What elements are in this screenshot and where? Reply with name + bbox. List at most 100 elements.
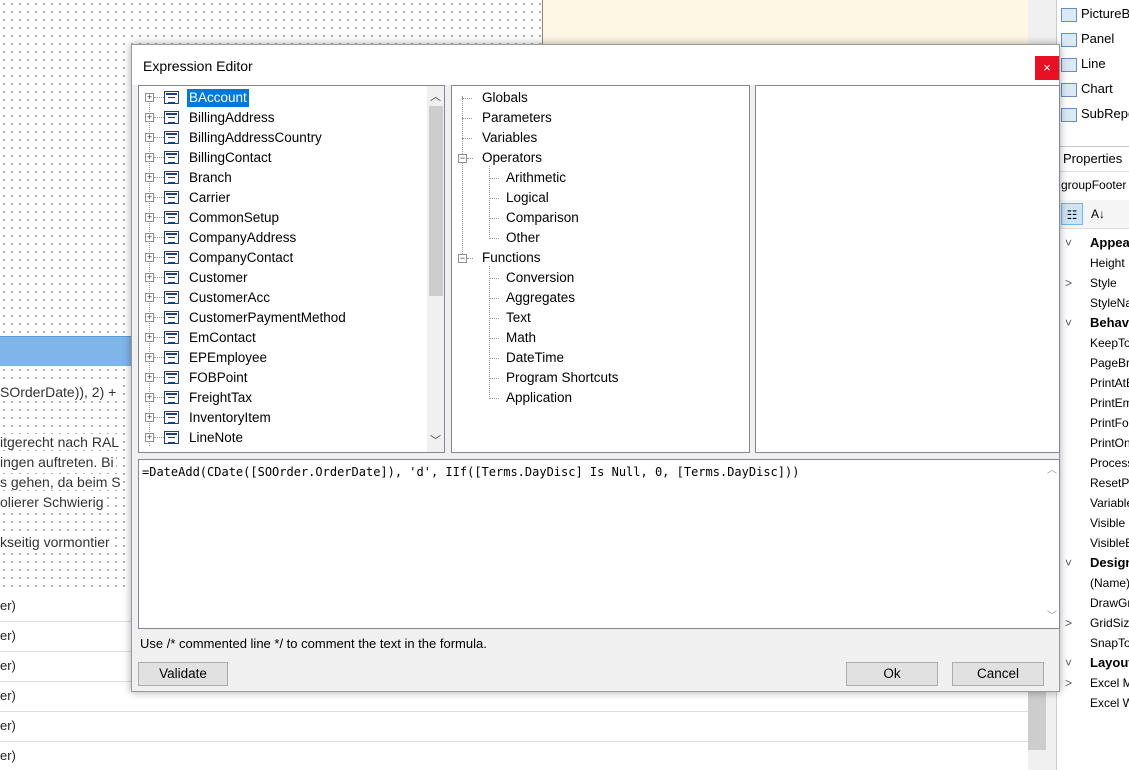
properties-object-name[interactable]: groupFooter bbox=[1061, 178, 1126, 192]
field-item[interactable]: + FOBPoint bbox=[139, 368, 429, 388]
tree-node[interactable]: Other bbox=[506, 228, 540, 248]
property-row[interactable]: (Name) bbox=[1057, 573, 1129, 593]
expand-plus-icon[interactable]: + bbox=[145, 433, 154, 442]
property-row[interactable]: PrintEmpty bbox=[1057, 393, 1129, 413]
tree-node[interactable]: Math bbox=[506, 328, 536, 348]
tree-node[interactable]: DateTime bbox=[506, 348, 564, 368]
expand-plus-icon[interactable]: + bbox=[145, 253, 154, 262]
tree-node[interactable]: Globals bbox=[482, 88, 528, 108]
background-row[interactable]: er) bbox=[0, 742, 1028, 770]
sort-alphabetical-icon[interactable]: A↓ bbox=[1087, 203, 1109, 225]
scroll-down-icon[interactable]: ﹀ bbox=[1045, 610, 1059, 624]
categorized-icon[interactable]: ☷ bbox=[1061, 203, 1083, 225]
expand-plus-icon[interactable]: + bbox=[145, 213, 154, 222]
tree-node[interactable]: Functions bbox=[482, 248, 541, 268]
expand-plus-icon[interactable]: + bbox=[145, 333, 154, 342]
expand-plus-icon[interactable]: + bbox=[145, 293, 154, 302]
toolbox-item[interactable]: Line bbox=[1061, 52, 1106, 76]
property-category[interactable]: ˅ Layout bbox=[1057, 653, 1129, 673]
toolbox-item[interactable]: Chart bbox=[1061, 77, 1113, 101]
function-category-tree[interactable]: Globals Parameters Variables − Operators Arit… bbox=[451, 85, 750, 453]
property-category[interactable]: ˅ Design bbox=[1057, 553, 1129, 573]
field-item[interactable]: + CompanyContact bbox=[139, 248, 429, 268]
field-item[interactable]: + BillingAddressCountry bbox=[139, 128, 429, 148]
expand-plus-icon[interactable]: + bbox=[145, 173, 154, 182]
field-item[interactable]: + CustomerPaymentMethod bbox=[139, 308, 429, 328]
property-row[interactable]: PageBreak bbox=[1057, 353, 1129, 373]
property-row[interactable]: > Style bbox=[1057, 273, 1129, 293]
field-item[interactable]: + CustomerAcc bbox=[139, 288, 429, 308]
tree-node[interactable]: Comparison bbox=[506, 208, 579, 228]
collapse-minus-icon[interactable]: − bbox=[458, 154, 467, 163]
scroll-up-icon[interactable]: ︿ bbox=[1045, 464, 1059, 478]
property-row[interactable]: StyleName bbox=[1057, 293, 1129, 313]
property-row[interactable]: Visible bbox=[1057, 513, 1129, 533]
expand-plus-icon[interactable]: + bbox=[145, 313, 154, 322]
tree-node[interactable]: Arithmetic bbox=[506, 168, 566, 188]
tree-node[interactable]: Program Shortcuts bbox=[506, 368, 619, 388]
field-item[interactable]: + CommonSetup bbox=[139, 208, 429, 228]
property-row[interactable]: > Excel Mode bbox=[1057, 673, 1129, 693]
tree-node[interactable]: Aggregates bbox=[506, 288, 575, 308]
expand-plus-icon[interactable]: + bbox=[145, 153, 154, 162]
property-row[interactable]: VisibleExpr bbox=[1057, 533, 1129, 553]
property-row[interactable]: PrintAtBottom bbox=[1057, 373, 1129, 393]
close-button[interactable]: × bbox=[1035, 56, 1059, 80]
property-row[interactable]: ProcessOrder bbox=[1057, 453, 1129, 473]
property-category[interactable]: ˅ Behavior bbox=[1057, 313, 1129, 333]
ok-button[interactable]: Ok bbox=[846, 662, 938, 686]
tree-node[interactable]: Logical bbox=[506, 188, 549, 208]
selected-band[interactable] bbox=[0, 336, 140, 368]
fields-tree[interactable]: + BAccount + BillingAddress + BillingAddressC… bbox=[138, 85, 445, 453]
property-row[interactable]: > GridSize bbox=[1057, 613, 1129, 633]
collapse-chevron-icon[interactable]: ˅ bbox=[1065, 653, 1072, 673]
property-row[interactable]: Variables bbox=[1057, 493, 1129, 513]
toolbox-item[interactable]: SubReport bbox=[1061, 102, 1129, 126]
expand-plus-icon[interactable]: + bbox=[145, 393, 154, 402]
expand-plus-icon[interactable]: + bbox=[145, 413, 154, 422]
property-row[interactable]: SnapToGrid bbox=[1057, 633, 1129, 653]
property-row[interactable]: PrintForEach bbox=[1057, 413, 1129, 433]
property-row[interactable]: Height bbox=[1057, 253, 1129, 273]
validate-button[interactable]: Validate bbox=[138, 662, 228, 686]
expand-chevron-icon[interactable]: > bbox=[1065, 673, 1072, 693]
tree-node[interactable]: Application bbox=[506, 388, 572, 408]
expression-text[interactable]: =DateAdd(CDate([SOOrder.OrderDate]), 'd'… bbox=[142, 465, 799, 479]
property-row[interactable]: ResetPage bbox=[1057, 473, 1129, 493]
background-row[interactable]: er) bbox=[0, 712, 1028, 742]
tree-node[interactable]: Conversion bbox=[506, 268, 574, 288]
collapse-minus-icon[interactable]: − bbox=[458, 254, 467, 263]
tree-node[interactable]: Parameters bbox=[482, 108, 552, 128]
field-item[interactable]: + Customer bbox=[139, 268, 429, 288]
field-item[interactable]: + FreightTax bbox=[139, 388, 429, 408]
expand-plus-icon[interactable]: + bbox=[145, 373, 154, 382]
field-item[interactable]: + CompanyAddress bbox=[139, 228, 429, 248]
field-item[interactable]: + LineNote bbox=[139, 428, 429, 448]
field-item[interactable]: + Carrier bbox=[139, 188, 429, 208]
field-item[interactable]: + InventoryItem bbox=[139, 408, 429, 428]
property-row[interactable]: Excel Width bbox=[1057, 693, 1129, 713]
expand-plus-icon[interactable]: + bbox=[145, 233, 154, 242]
expand-plus-icon[interactable]: + bbox=[145, 133, 154, 142]
property-row[interactable]: PrintOn bbox=[1057, 433, 1129, 453]
expand-chevron-icon[interactable]: > bbox=[1065, 273, 1072, 293]
property-row[interactable]: KeepTogether bbox=[1057, 333, 1129, 353]
cancel-button[interactable]: Cancel bbox=[952, 662, 1044, 686]
tree-node[interactable]: Variables bbox=[482, 128, 537, 148]
expression-textarea[interactable]: =DateAdd(CDate([SOOrder.OrderDate]), 'd'… bbox=[138, 459, 1060, 629]
field-item[interactable]: + Branch bbox=[139, 168, 429, 188]
field-item[interactable]: + BAccount bbox=[139, 88, 429, 108]
scroll-down-icon[interactable]: ﹀ bbox=[427, 432, 444, 450]
expand-plus-icon[interactable]: + bbox=[145, 353, 154, 362]
field-item[interactable]: + BillingContact bbox=[139, 148, 429, 168]
field-item[interactable]: + EmContact bbox=[139, 328, 429, 348]
expand-plus-icon[interactable]: + bbox=[145, 273, 154, 282]
toolbox-item[interactable]: PictureBox bbox=[1061, 2, 1129, 26]
collapse-chevron-icon[interactable]: ˅ bbox=[1065, 233, 1072, 253]
collapse-chevron-icon[interactable]: ˅ bbox=[1065, 313, 1072, 333]
expand-plus-icon[interactable]: + bbox=[145, 193, 154, 202]
property-category[interactable]: ˅ Appearance bbox=[1057, 233, 1129, 253]
expand-chevron-icon[interactable]: > bbox=[1065, 613, 1072, 633]
field-item[interactable]: + BillingAddress bbox=[139, 108, 429, 128]
expand-plus-icon[interactable]: + bbox=[145, 93, 154, 102]
